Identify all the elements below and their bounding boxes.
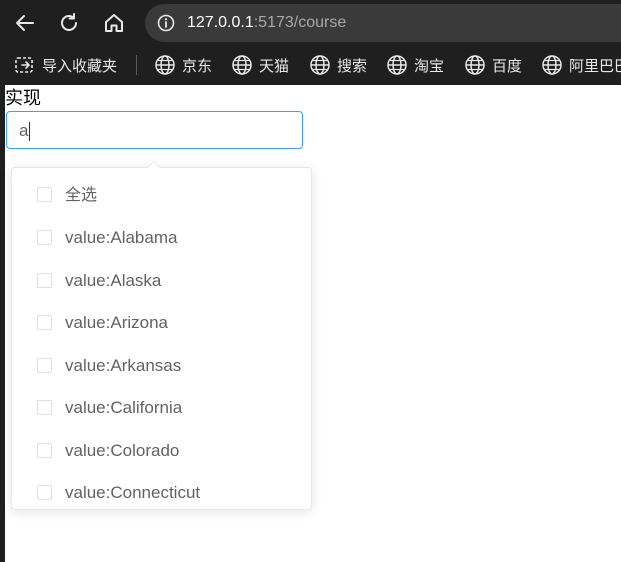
checkbox[interactable] (37, 273, 52, 288)
checkbox[interactable] (37, 400, 52, 415)
option-item[interactable]: value:Alabama (12, 217, 311, 259)
bookmark-label: 搜索 (337, 57, 368, 75)
option-label: 全选 (65, 185, 98, 204)
checkbox[interactable] (37, 358, 52, 373)
multi-select-input[interactable]: a (6, 111, 303, 149)
url-host: 127.0.0.1 (187, 14, 254, 31)
option-item[interactable]: value:Arkansas (12, 345, 311, 387)
globe-icon (542, 55, 562, 75)
option-item[interactable]: value:Colorado (12, 430, 311, 472)
option-label: value:Connecticut (65, 483, 201, 502)
option-label: value:Arkansas (65, 356, 182, 375)
select-dropdown: 全选 value:Alabama value:Alaska value:Ariz… (11, 167, 312, 510)
bookmarks-divider (136, 55, 137, 75)
option-label: value:California (65, 398, 183, 417)
globe-icon (387, 55, 407, 75)
url-text[interactable]: 127.0.0.1:5173/course (187, 13, 346, 33)
reload-icon (61, 13, 77, 31)
home-button[interactable] (97, 6, 131, 40)
option-item[interactable]: value:Alaska (12, 260, 311, 302)
reload-button[interactable] (52, 6, 86, 40)
info-icon[interactable] (157, 14, 175, 32)
bookmark-tmall[interactable]: 天猫 (231, 53, 289, 77)
bookmark-label: 导入收藏夹 (42, 57, 118, 75)
bookmarks-bar: 导入收藏夹 京东 天猫 搜索 淘宝 百度 阿里巴 (0, 45, 621, 85)
option-item[interactable]: value:Arizona (12, 302, 311, 344)
page-viewport: 实现 a 全选 value:Alabama value:Alaska value… (0, 85, 621, 562)
home-icon (105, 14, 123, 32)
checkbox[interactable] (37, 443, 52, 458)
option-label: value:Colorado (65, 441, 180, 460)
globe-icon (465, 55, 485, 75)
bookmark-baidu[interactable]: 百度 (464, 53, 522, 77)
bookmark-search[interactable]: 搜索 (309, 53, 367, 77)
option-item[interactable]: value:California (12, 387, 311, 429)
globe-icon (155, 55, 175, 75)
window-edge (0, 85, 5, 562)
checkbox[interactable] (37, 315, 52, 330)
select-filter-value: a (19, 121, 29, 140)
dropdown-pointer-fill (148, 162, 160, 168)
browser-toolbar: 127.0.0.1:5173/course (0, 0, 621, 45)
option-select-all[interactable]: 全选 (12, 174, 311, 216)
page-title: 实现 (5, 88, 41, 109)
option-label: value:Arizona (65, 313, 169, 332)
select-filter-text[interactable]: a (19, 121, 31, 142)
checkbox[interactable] (37, 230, 52, 245)
bookmark-label: 京东 (182, 57, 213, 75)
url-path: :5173/course (253, 14, 347, 31)
back-button[interactable] (8, 6, 42, 40)
bookmark-import[interactable]: 导入收藏夹 (14, 53, 117, 77)
text-caret (29, 122, 31, 142)
address-bar[interactable]: 127.0.0.1:5173/course (145, 4, 621, 42)
bookmark-alibaba[interactable]: 阿里巴巴 (541, 53, 621, 77)
checkbox[interactable] (37, 485, 52, 500)
back-arrow-icon (16, 15, 34, 31)
bookmark-label: 淘宝 (414, 57, 445, 75)
bookmark-label: 阿里巴巴 (569, 57, 621, 75)
bookmark-jd[interactable]: 京东 (154, 53, 212, 77)
globe-icon (310, 55, 330, 75)
option-label: value:Alabama (65, 228, 178, 247)
bookmark-label: 百度 (492, 57, 523, 75)
bookmark-label: 天猫 (259, 57, 290, 75)
option-label: value:Alaska (65, 271, 162, 290)
import-bookmarks-icon (15, 57, 33, 73)
bookmark-taobao[interactable]: 淘宝 (386, 53, 444, 77)
checkbox[interactable] (37, 187, 52, 202)
option-item[interactable]: value:Connecticut (12, 472, 311, 509)
globe-icon (232, 55, 252, 75)
